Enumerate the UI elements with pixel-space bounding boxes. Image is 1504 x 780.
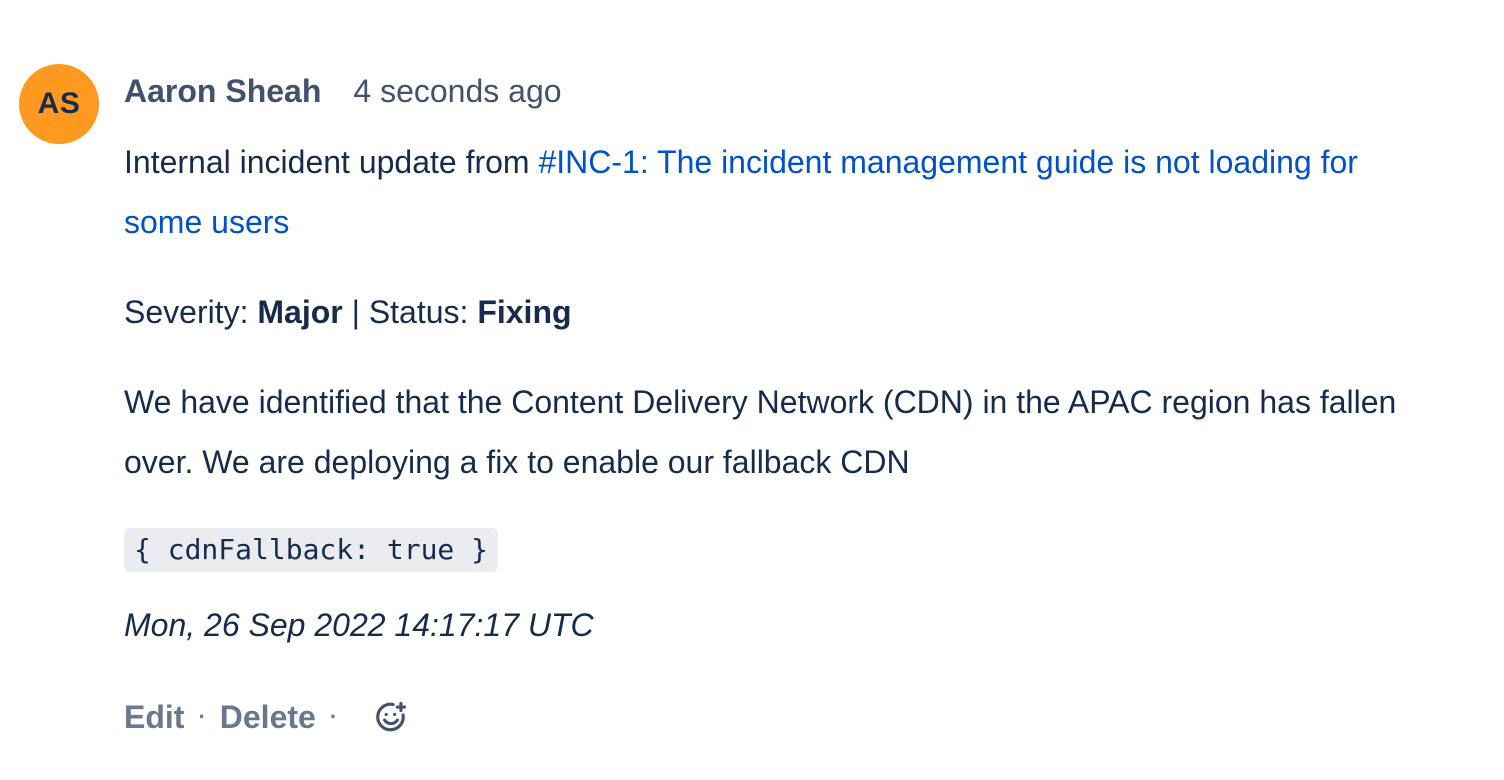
severity-value: Major [257, 294, 343, 330]
detail-paragraph: We have identified that the Content Deli… [124, 384, 1397, 480]
code-block: { cdnFallback: true } [124, 518, 1404, 572]
separator-dot: · [198, 704, 206, 729]
severity-status-line: Severity: Major | Status: Fixing [124, 282, 1404, 342]
comment-actions: Edit · Delete · [124, 694, 409, 740]
comment-header: Aaron Sheah 4 seconds ago [124, 70, 562, 112]
comment: AS Aaron Sheah 4 seconds ago Internal in… [0, 0, 1504, 780]
separator-dot: · [329, 704, 338, 729]
timestamp: Mon, 26 Sep 2022 14:17:17 UTC [124, 607, 594, 643]
intro-paragraph: Internal incident update from #INC-1: Th… [124, 132, 1404, 252]
avatar-initials: AS [37, 87, 81, 120]
comment-body: Internal incident update from #INC-1: Th… [124, 132, 1404, 646]
author-name[interactable]: Aaron Sheah [124, 73, 321, 110]
status-label: | Status: [342, 294, 478, 330]
avatar[interactable]: AS [19, 64, 99, 144]
add-reaction-icon[interactable] [373, 699, 409, 735]
status-value: Fixing [477, 294, 572, 330]
severity-label: Severity: [124, 294, 258, 330]
intro-text: Internal incident update from [124, 144, 539, 180]
code-snippet: { cdnFallback: true } [124, 528, 499, 572]
comment-time[interactable]: 4 seconds ago [353, 73, 561, 110]
edit-button[interactable]: Edit [124, 699, 184, 736]
delete-button[interactable]: Delete [220, 699, 316, 736]
